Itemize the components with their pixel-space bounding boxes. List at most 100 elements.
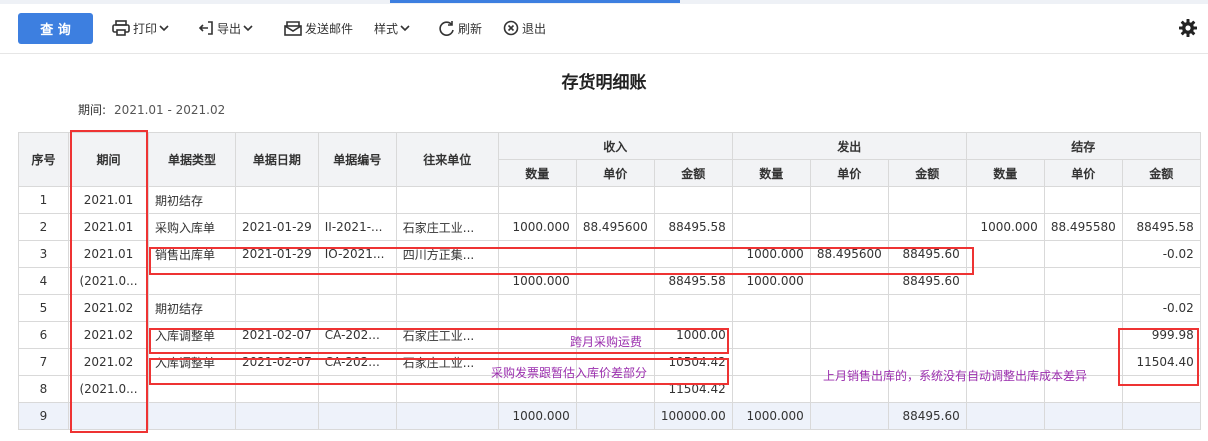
gear-icon[interactable] — [1178, 18, 1198, 38]
partner-cell — [395, 186, 499, 214]
partner-cell — [395, 267, 499, 295]
header-balance: 结存 — [965, 132, 1201, 160]
doc-no-link[interactable]: CA-202... — [317, 321, 397, 349]
doc-no-link[interactable] — [317, 267, 397, 295]
partner-cell — [395, 294, 499, 322]
printer-icon — [112, 20, 130, 36]
header-in-price[interactable]: 单价 — [575, 159, 655, 187]
doc-type-cell: 入库调整单 — [148, 348, 236, 376]
period-cell: (2021.0... — [68, 267, 149, 295]
bal-qty-cell: 1000.000 — [965, 213, 1045, 241]
out-qty-cell — [731, 186, 811, 214]
header-out-amount[interactable]: 金额 — [887, 159, 967, 187]
header-period[interactable]: 期间 — [68, 132, 149, 187]
partner-cell — [395, 375, 499, 403]
header-in-amount[interactable]: 金额 — [653, 159, 733, 187]
period-cell: 2021.02 — [68, 294, 149, 322]
in-amount-cell — [653, 240, 733, 268]
header-out: 发出 — [731, 132, 967, 160]
header-out-qty[interactable]: 数量 — [731, 159, 811, 187]
table-row[interactable]: 3 2021.01 销售出库单 2021-01-29 IO-2021... 四川… — [18, 240, 1201, 268]
header-bal-qty[interactable]: 数量 — [965, 159, 1045, 187]
out-qty-cell — [731, 375, 811, 403]
partner-cell: 石家庄工业... — [395, 213, 499, 241]
doc-type-cell: 入库调整单 — [148, 321, 236, 349]
period-cell: 2021.02 — [68, 348, 149, 376]
in-qty-cell — [497, 294, 577, 322]
seq-cell: 4 — [18, 267, 69, 295]
out-price-cell — [809, 213, 889, 241]
export-label: 导出 — [217, 21, 242, 36]
chevron-down-icon — [400, 25, 410, 32]
doc-no-link[interactable] — [317, 186, 397, 214]
doc-no-link[interactable]: IO-2021... — [317, 240, 397, 268]
seq-cell: 1 — [18, 186, 69, 214]
doc-date-cell: 2021-01-29 — [235, 213, 319, 241]
period-value: 2021.01 - 2021.02 — [114, 103, 226, 117]
doc-no-link[interactable]: II-2021-... — [317, 213, 397, 241]
toolbar: 查 询 打印 导出 发送邮件 样式 刷新 退出 — [0, 4, 1208, 54]
doc-no-link[interactable] — [317, 294, 397, 322]
doc-date-cell — [235, 267, 319, 295]
exit-button[interactable]: 退出 — [503, 18, 546, 38]
out-amount-cell — [887, 186, 967, 214]
header-doc-type[interactable]: 单据类型 — [148, 132, 236, 187]
bal-price-cell — [1043, 402, 1123, 430]
out-qty-cell — [731, 321, 811, 349]
bal-qty-cell — [965, 186, 1045, 214]
header-in: 收入 — [497, 132, 733, 160]
header-bal-price[interactable]: 单价 — [1043, 159, 1123, 187]
in-amount-cell: 88495.58 — [653, 267, 733, 295]
table-row[interactable]: 5 2021.02 期初结存 -0.02 — [18, 294, 1201, 322]
doc-no-link[interactable] — [317, 375, 397, 403]
header-doc-date[interactable]: 单据日期 — [235, 132, 319, 187]
bal-amount-cell: -0.02 — [1121, 294, 1201, 322]
refresh-button[interactable]: 刷新 — [438, 18, 482, 38]
out-qty-cell: 1000.000 — [731, 267, 811, 295]
period-cell: 2021.01 — [68, 186, 149, 214]
table-row[interactable]: 1 2021.01 期初结存 — [18, 186, 1201, 214]
in-qty-cell: 1000.000 — [497, 402, 577, 430]
in-amount-cell: 100000.00 — [653, 402, 733, 430]
export-icon — [198, 21, 213, 35]
header-out-price[interactable]: 单价 — [809, 159, 889, 187]
header-partner[interactable]: 往来单位 — [395, 132, 499, 187]
query-button[interactable]: 查 询 — [18, 13, 93, 44]
style-menu-button[interactable]: 样式 — [374, 18, 413, 38]
in-amount-cell: 11504.42 — [653, 375, 733, 403]
bal-price-cell — [1043, 294, 1123, 322]
out-price-cell — [809, 321, 889, 349]
period-cell: (2021.0... — [68, 375, 149, 403]
in-price-cell — [575, 402, 655, 430]
print-menu-button[interactable]: 打印 — [112, 18, 172, 38]
doc-date-cell: 2021-02-07 — [235, 321, 319, 349]
doc-date-cell — [235, 402, 319, 430]
export-menu-button[interactable]: 导出 — [198, 18, 256, 38]
in-price-cell: 88.495600 — [575, 213, 655, 241]
doc-type-cell: 采购入库单 — [148, 213, 236, 241]
header-seq[interactable]: 序号 — [18, 132, 69, 187]
period-cell: 2021.01 — [68, 240, 149, 268]
doc-no-link[interactable]: CA-202... — [317, 348, 397, 376]
in-price-cell — [575, 240, 655, 268]
table-row[interactable]: 9 1000.000 100000.00 1000.000 88495.60 — [18, 402, 1201, 430]
in-amount-cell — [653, 294, 733, 322]
in-amount-cell: 88495.58 — [653, 213, 733, 241]
header-bal-amount[interactable]: 金额 — [1121, 159, 1201, 187]
doc-type-cell — [148, 375, 236, 403]
table-row[interactable]: 2 2021.01 采购入库单 2021-01-29 II-2021-... 石… — [18, 213, 1201, 241]
doc-date-cell: 2021-01-29 — [235, 240, 319, 268]
active-tab-indicator — [390, 0, 680, 3]
bal-amount-cell: 88495.58 — [1121, 213, 1201, 241]
out-amount-cell: 88495.60 — [887, 240, 967, 268]
doc-no-link[interactable] — [317, 402, 397, 430]
in-qty-cell — [497, 321, 577, 349]
header-in-qty[interactable]: 数量 — [497, 159, 577, 187]
send-email-button[interactable]: 发送邮件 — [284, 18, 353, 38]
in-amount-cell: 10504.42 — [653, 348, 733, 376]
doc-type-cell: 销售出库单 — [148, 240, 236, 268]
table-row[interactable]: 4 (2021.0... 1000.000 88495.58 1000.000 … — [18, 267, 1201, 295]
header-doc-no[interactable]: 单据编号 — [317, 132, 397, 187]
out-price-cell — [809, 267, 889, 295]
out-amount-cell — [887, 294, 967, 322]
